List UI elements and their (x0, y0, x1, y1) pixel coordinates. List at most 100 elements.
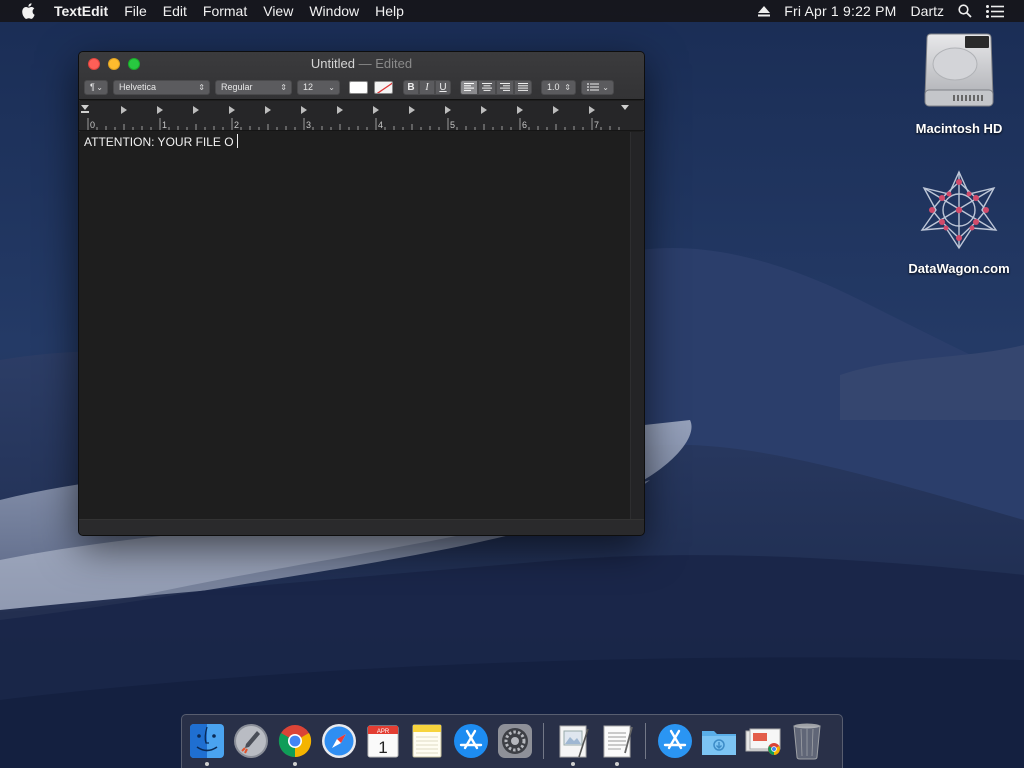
tab-stop-marker[interactable] (337, 106, 343, 114)
dock-notes[interactable] (407, 721, 447, 761)
desktop-icon-datawagon[interactable]: DataWagon.com (899, 168, 1019, 276)
paragraph-style-label: ¶ (90, 82, 95, 92)
font-size-combo[interactable]: 12 ⌄ (297, 79, 340, 95)
alignment-segment (460, 79, 532, 95)
finder-icon (190, 724, 224, 758)
bold-button[interactable]: B (403, 79, 419, 95)
text-color-well[interactable] (349, 80, 368, 94)
menubar-user[interactable]: Dartz (911, 3, 944, 19)
dock-launchpad[interactable] (231, 721, 271, 761)
background-color-well[interactable] (374, 80, 393, 94)
apple-menu-icon[interactable] (18, 0, 38, 22)
align-right-button[interactable] (496, 79, 514, 95)
menu-window[interactable]: Window (301, 0, 367, 22)
window-titlebar[interactable]: Untitled — Edited ¶ ⌄ Helvetica ⇕ Regula… (79, 52, 644, 100)
calendar-day: 1 (378, 738, 387, 757)
downloads-folder-icon (702, 731, 736, 755)
calendar-month: APR (377, 729, 390, 735)
align-left-icon (464, 83, 474, 91)
dock-textedit[interactable] (597, 721, 637, 766)
dock-finder[interactable] (187, 721, 227, 766)
tab-stop-marker[interactable] (265, 106, 271, 114)
paragraph-styles-popup[interactable]: ¶ ⌄ (84, 79, 108, 95)
desktop-icon-macintosh-hd[interactable]: Macintosh HD (899, 32, 1019, 136)
italic-button[interactable]: I (419, 79, 435, 95)
calendar-icon: APR 1 (367, 725, 399, 758)
font-family-popup[interactable]: Helvetica ⇕ (113, 79, 210, 95)
tab-stop-marker[interactable] (157, 106, 163, 114)
running-indicator (571, 762, 575, 766)
textedit-icon (603, 725, 633, 758)
tab-stop-marker[interactable] (121, 106, 127, 114)
menu-help[interactable]: Help (367, 0, 412, 22)
eject-icon[interactable] (758, 5, 771, 17)
preview-icon (559, 725, 589, 758)
menubar-clock[interactable]: Fri Apr 1 9:22 PM (784, 3, 896, 19)
font-style-popup[interactable]: Regular ⇕ (215, 79, 292, 95)
tab-stop-marker[interactable] (553, 106, 559, 114)
dock-system-preferences[interactable] (495, 721, 535, 761)
ruler-label: 1 (162, 120, 167, 130)
hard-drive-icon (899, 32, 1019, 117)
chrome-icon (278, 725, 312, 758)
dock-downloads-folder[interactable] (699, 721, 739, 761)
running-indicator (615, 762, 619, 766)
line-spacing-popup[interactable]: 1.0 ⇕ (541, 79, 576, 95)
dock-separator (543, 723, 544, 759)
horizontal-scrollbar[interactable] (79, 519, 644, 535)
system-preferences-icon (498, 724, 532, 758)
running-indicator (293, 762, 297, 766)
tab-stop-marker[interactable] (409, 106, 415, 114)
tab-stop-marker[interactable] (517, 106, 523, 114)
menu-app-name[interactable]: TextEdit (52, 0, 116, 22)
edited-indicator: — Edited (358, 56, 413, 71)
trash-icon (793, 723, 821, 760)
dock-preview[interactable] (553, 721, 593, 766)
ruler-label: 4 (378, 120, 383, 130)
vertical-scrollbar[interactable] (630, 132, 644, 520)
tab-stop-marker[interactable] (373, 106, 379, 114)
list-bullets-popup[interactable]: ⌄ (581, 79, 614, 95)
tab-stop-marker[interactable] (445, 106, 451, 114)
menu-file[interactable]: File (116, 0, 155, 22)
ruler-label: 2 (234, 120, 239, 130)
dock-calendar[interactable]: APR 1 (363, 721, 403, 761)
tab-stop-marker[interactable] (301, 106, 307, 114)
align-center-icon (482, 83, 492, 91)
dock-chrome[interactable] (275, 721, 315, 766)
menu-format[interactable]: Format (195, 0, 255, 22)
text-cursor (236, 134, 238, 148)
ruler-label: 7 (594, 120, 599, 130)
desktop-icon-label: Macintosh HD (915, 121, 1003, 136)
align-left-button[interactable] (460, 79, 478, 95)
chevron-updown-icon: ⇕ (564, 82, 571, 92)
desktop-icon-label: DataWagon.com (908, 261, 1010, 276)
dock-safari[interactable] (319, 721, 359, 761)
document-text-area[interactable]: ATTENTION: YOUR FILE O (79, 132, 630, 520)
underline-button[interactable]: U (435, 79, 451, 95)
font-style-value: Regular (221, 82, 253, 92)
dock-documents-stack[interactable] (743, 721, 783, 761)
menu-edit[interactable]: Edit (155, 0, 195, 22)
menu-view[interactable]: View (255, 0, 301, 22)
dock-trash[interactable] (787, 721, 827, 761)
dock-app-store-stack[interactable] (655, 721, 695, 761)
text-style-segment: B I U (403, 79, 451, 95)
menu-bar: TextEdit File Edit Format View Window He… (0, 0, 1024, 22)
align-center-button[interactable] (478, 79, 496, 95)
dock-app-store[interactable] (451, 721, 491, 761)
justify-button[interactable] (514, 79, 532, 95)
spotlight-search-icon[interactable] (958, 4, 972, 18)
tab-stop-marker[interactable] (193, 106, 199, 114)
tab-stop-marker[interactable] (229, 106, 235, 114)
line-spacing-value: 1.0 (547, 82, 560, 92)
font-size-value: 12 (303, 82, 314, 92)
tab-stop-marker[interactable] (589, 106, 595, 114)
ruler[interactable]: 0 1 2 3 4 5 6 7 (79, 101, 644, 131)
notification-center-icon[interactable] (986, 4, 1004, 18)
tab-stop-marker[interactable] (481, 106, 487, 114)
chevron-down-icon: ⌄ (96, 82, 103, 92)
document-name: Untitled (310, 56, 355, 71)
chevron-updown-icon: ⇕ (198, 82, 205, 92)
window-title: Untitled — Edited (79, 56, 644, 71)
